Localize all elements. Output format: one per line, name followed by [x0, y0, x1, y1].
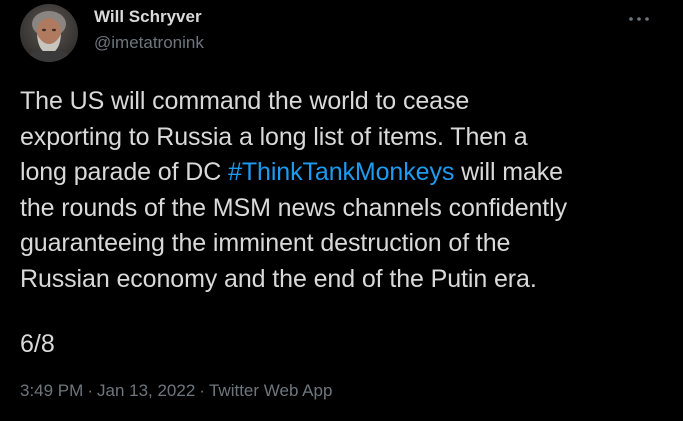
tweet-text-line: Russian economy and the end of the Putin…: [20, 264, 537, 293]
tweet-text-line: The US will command the world to cease: [20, 87, 470, 115]
tweet-text-segment: long parade of DC: [20, 158, 229, 186]
tweet-text-line: exporting to Russia a long list of items…: [20, 122, 528, 151]
more-options-button[interactable]: [623, 4, 655, 34]
tweet-date-link[interactable]: Jan 13, 2022: [97, 381, 195, 400]
tweet: Will Schryver @imetatronink The US will …: [0, 0, 683, 421]
author-block: Will Schryver @imetatronink: [94, 6, 204, 54]
thread-counter: 6/8: [20, 330, 55, 358]
tweet-text: The US will command the world to cease e…: [20, 84, 670, 297]
meta-separator: ·: [87, 381, 93, 400]
avatar[interactable]: [20, 4, 78, 62]
tweet-meta: 3:49 PM · Jan 13, 2022 · Twitter Web App: [20, 380, 332, 402]
more-horizontal-icon: [629, 17, 649, 21]
author-display-name[interactable]: Will Schryver: [94, 6, 204, 28]
avatar-image: [20, 4, 78, 62]
author-handle[interactable]: @imetatronink: [94, 32, 204, 54]
tweet-source-link[interactable]: Twitter Web App: [209, 381, 332, 400]
tweet-time-link[interactable]: 3:49 PM: [20, 381, 83, 400]
tweet-text-line: long parade of DC #ThinkTankMonkeys will…: [20, 155, 670, 191]
tweet-text-line: the rounds of the MSM news channels conf…: [20, 193, 567, 222]
meta-separator: ·: [199, 381, 205, 400]
tweet-text-line: guaranteeing the imminent destruction of…: [20, 229, 511, 257]
tweet-text-segment: will make: [454, 158, 563, 186]
hashtag-link[interactable]: #ThinkTankMonkeys: [228, 158, 454, 186]
